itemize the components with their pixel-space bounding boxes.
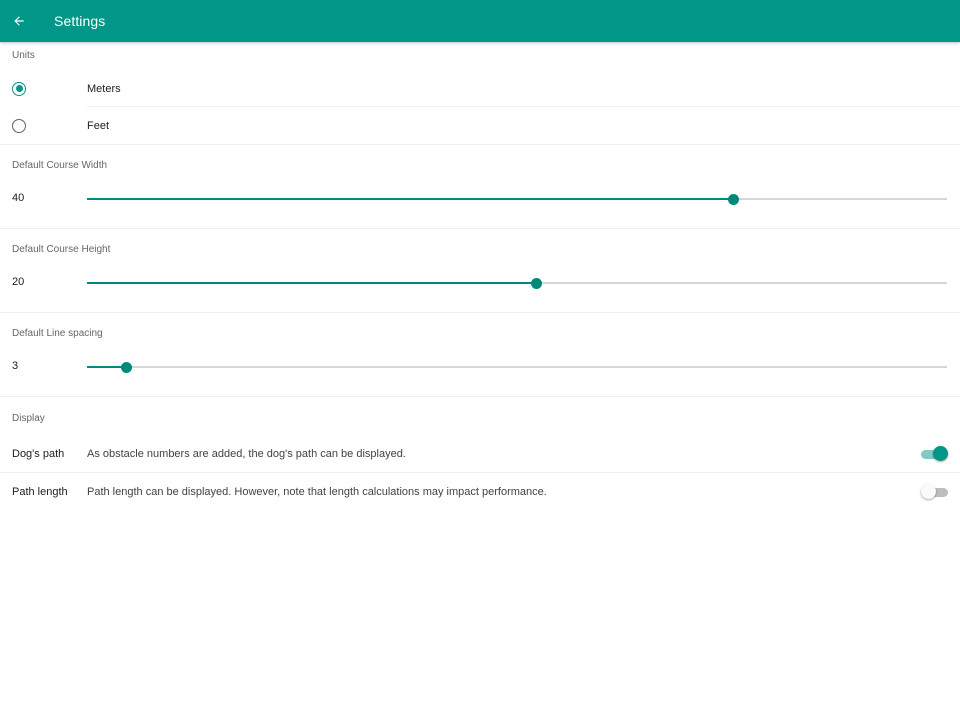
course-height-row: 20: [0, 259, 960, 312]
feet-radio[interactable]: [12, 118, 26, 133]
dogs-path-label: Dog's path: [12, 448, 65, 460]
course-height-slider-thumb[interactable]: [531, 277, 543, 289]
line-spacing-row: 3: [0, 343, 960, 396]
course-height-value: 20: [12, 276, 25, 288]
line-spacing-value: 3: [12, 360, 19, 372]
page-title: Settings: [54, 13, 106, 29]
path-length-toggle[interactable]: [921, 484, 948, 500]
dogs-path-toggle[interactable]: [921, 446, 948, 462]
feet-label: Feet: [87, 119, 110, 132]
course-height-slider-fill: [87, 282, 537, 284]
units-header: Units: [12, 50, 35, 61]
path-length-label: Path length: [12, 486, 68, 498]
course-width-slider-fill: [87, 198, 734, 200]
course-width-section: Default Course Width 40: [0, 145, 960, 228]
path-length-description: Path length can be displayed. However, n…: [87, 486, 547, 498]
arrow-back-icon: [14, 16, 24, 26]
line-spacing-header: Default Line spacing: [12, 328, 103, 339]
course-width-header: Default Course Width: [12, 160, 108, 171]
display-header: Display: [12, 413, 45, 424]
app-bar: Settings: [0, 0, 960, 42]
course-height-section: Default Course Height 20: [0, 229, 960, 312]
course-width-row: 40: [0, 175, 960, 228]
dogs-path-description: As obstacle numbers are added, the dog's…: [87, 448, 406, 460]
meters-label: Meters: [87, 82, 121, 95]
line-spacing-slider-thumb[interactable]: [121, 361, 133, 373]
units-option-feet[interactable]: Feet: [0, 107, 960, 144]
line-spacing-section: Default Line spacing 3: [0, 313, 960, 396]
course-height-header: Default Course Height: [12, 244, 111, 255]
path-length-setting[interactable]: Path length Path length can be displayed…: [0, 473, 960, 511]
settings-list: Units Meters Feet Default Course Width 4…: [0, 42, 960, 511]
dogs-path-setting[interactable]: Dog's path As obstacle numbers are added…: [0, 435, 960, 473]
course-height-slider[interactable]: [87, 277, 947, 289]
course-width-value: 40: [12, 192, 25, 204]
course-width-slider-thumb[interactable]: [728, 193, 740, 205]
line-spacing-slider[interactable]: [87, 361, 947, 373]
meters-radio[interactable]: [12, 81, 26, 96]
back-button[interactable]: [1, 3, 37, 39]
units-option-meters[interactable]: Meters: [0, 70, 960, 107]
course-width-slider[interactable]: [87, 193, 947, 205]
